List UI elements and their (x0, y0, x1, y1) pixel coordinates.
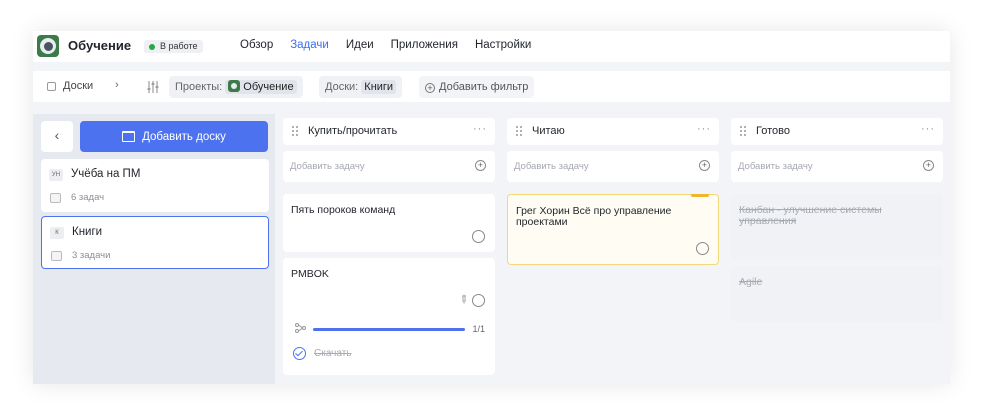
task-title: Канбан - улучшение системы управления (739, 204, 882, 227)
board-avatar: К (50, 227, 64, 239)
column-title: Читаю (532, 125, 565, 137)
column-title: Купить/прочитать (308, 125, 398, 137)
project-filter-chip[interactable]: Проекты: Обучение (169, 76, 303, 98)
task-card[interactable]: Пять пороков команд (283, 194, 495, 252)
priority-flag-icon (691, 194, 709, 197)
subtask-label: Скачать (314, 348, 352, 359)
column-header[interactable]: Читаю ··· (507, 118, 719, 145)
more-icon[interactable]: ··· (697, 123, 711, 135)
boards-sidebar: ‹ Добавить доску УН Учёба на ПМ 6 задач … (33, 114, 275, 384)
plus-circle-icon[interactable]: + (923, 160, 934, 171)
add-task-input[interactable]: Добавить задачу + (283, 151, 495, 182)
task-card[interactable]: Грег Хорин Всё про управление проектами (507, 194, 719, 265)
project-logo-icon (228, 80, 241, 92)
subtasks-icon (295, 323, 306, 333)
drag-handle-icon[interactable] (292, 126, 298, 137)
boards-toggle-label: Доски (63, 80, 94, 92)
column-header[interactable]: Купить/прочитать ··· (283, 118, 495, 145)
board-task-count: 3 задачи (72, 250, 111, 261)
drag-handle-icon[interactable] (740, 126, 746, 137)
subtask-progress-bar (313, 328, 465, 331)
main-nav: Обзор Задачи Идеи Приложения Настройки (240, 39, 548, 51)
project-filter-value: Обучение (225, 80, 297, 94)
status-badge[interactable]: В работе (144, 40, 203, 53)
filter-settings-icon[interactable] (146, 80, 160, 94)
filter-bar: Доски › Проекты: Обучение Доски: Книги +… (33, 71, 950, 102)
add-board-button[interactable]: Добавить доску (80, 121, 268, 152)
nav-settings[interactable]: Настройки (475, 39, 531, 51)
task-card[interactable]: Agile (731, 266, 943, 322)
board-item-books[interactable]: К Книги 3 задачи (41, 216, 269, 269)
more-icon[interactable]: ··· (921, 123, 935, 135)
board-task-count: 6 задач (71, 192, 105, 203)
status-label: В работе (160, 41, 198, 51)
project-filter-text: Обучение (243, 81, 294, 93)
project-logo-icon[interactable] (37, 35, 59, 57)
plus-circle-icon[interactable]: + (475, 160, 486, 171)
complete-circle-icon[interactable] (472, 230, 485, 243)
subtask-progress-text: 1/1 (472, 324, 485, 334)
column-reading: Читаю ··· Добавить задачу + Грег Хорин В… (507, 114, 723, 384)
attachment-icon: ✎ (455, 292, 471, 308)
column-to-read: Купить/прочитать ··· Добавить задачу + П… (283, 114, 499, 384)
board-icon (47, 82, 56, 91)
plus-circle-icon: + (425, 83, 435, 93)
task-card[interactable]: Канбан - улучшение системы управления (731, 194, 943, 259)
task-title: Пять пороков команд (291, 204, 396, 216)
app-window: Обучение В работе Обзор Задачи Идеи Прил… (33, 31, 950, 384)
column-title: Готово (756, 125, 790, 137)
add-task-input[interactable]: Добавить задачу + (507, 151, 719, 182)
board-icon (122, 131, 136, 142)
task-title: PMBOK (291, 268, 329, 280)
nav-tasks[interactable]: Задачи (290, 39, 329, 51)
add-filter-button[interactable]: + Добавить фильтр (419, 76, 535, 98)
nav-overview[interactable]: Обзор (240, 39, 273, 51)
tasks-count-icon (51, 251, 62, 261)
add-filter-label: Добавить фильтр (439, 81, 529, 93)
boards-toggle-button[interactable]: Доски › (39, 71, 127, 102)
add-task-placeholder: Добавить задачу (290, 161, 365, 172)
complete-circle-icon[interactable] (472, 294, 485, 307)
subtask-done-checkbox[interactable] (293, 347, 306, 360)
more-icon[interactable]: ··· (473, 123, 487, 135)
tasks-count-icon (50, 193, 61, 203)
boards-filter-chip[interactable]: Доски: Книги (319, 76, 403, 98)
board-avatar: УН (49, 169, 63, 181)
project-title: Обучение (68, 38, 132, 53)
complete-circle-icon[interactable] (696, 242, 709, 255)
add-task-placeholder: Добавить задачу (514, 161, 589, 172)
board-name: Книги (72, 226, 103, 238)
plus-circle-icon[interactable]: + (699, 160, 710, 171)
task-title: Agile (739, 276, 763, 288)
board-item-study[interactable]: УН Учёба на ПМ 6 задач (41, 159, 269, 212)
task-card[interactable]: PMBOK ✎ 1/1 Скачать (283, 258, 495, 375)
top-bar: Обучение В работе Обзор Задачи Идеи Прил… (33, 31, 950, 62)
chevron-left-icon: ‹ (54, 127, 60, 143)
task-title: Грег Хорин Всё про управление проектами (516, 205, 672, 228)
boards-filter-label: Доски: (325, 81, 359, 93)
chevron-right-icon: › (115, 79, 119, 91)
collapse-button[interactable]: ‹ (41, 121, 73, 152)
project-filter-label: Проекты: (175, 81, 223, 93)
column-done: Готово ··· Добавить задачу + Канбан - ул… (731, 114, 947, 384)
board-name: Учёба на ПМ (71, 168, 141, 180)
column-header[interactable]: Готово ··· (731, 118, 943, 145)
add-board-label: Добавить доску (142, 130, 226, 143)
nav-apps[interactable]: Приложения (391, 39, 458, 51)
status-dot-icon (149, 43, 155, 50)
boards-filter-value: Книги (361, 80, 397, 94)
nav-ideas[interactable]: Идеи (346, 39, 374, 51)
add-task-placeholder: Добавить задачу (738, 161, 813, 172)
progress-fill (313, 328, 465, 331)
add-task-input[interactable]: Добавить задачу + (731, 151, 943, 182)
drag-handle-icon[interactable] (516, 126, 522, 137)
